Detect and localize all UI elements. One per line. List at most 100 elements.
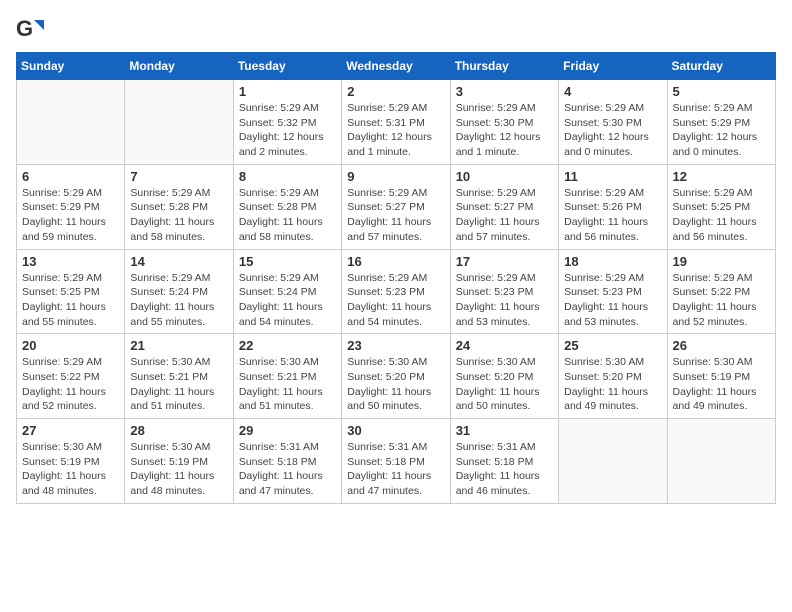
day-number: 13 <box>22 254 119 269</box>
day-number: 14 <box>130 254 227 269</box>
day-number: 29 <box>239 423 336 438</box>
day-number: 7 <box>130 169 227 184</box>
day-number: 11 <box>564 169 661 184</box>
day-info: Sunrise: 5:29 AM Sunset: 5:31 PM Dayligh… <box>347 101 444 160</box>
day-info: Sunrise: 5:31 AM Sunset: 5:18 PM Dayligh… <box>456 440 553 499</box>
day-number: 18 <box>564 254 661 269</box>
day-number: 1 <box>239 84 336 99</box>
calendar-cell: 5 Sunrise: 5:29 AM Sunset: 5:29 PM Daylig… <box>667 80 775 165</box>
day-number: 5 <box>673 84 770 99</box>
calendar-cell: 27 Sunrise: 5:30 AM Sunset: 5:19 PM Dayli… <box>17 419 125 504</box>
day-number: 21 <box>130 338 227 353</box>
header-sunday: Sunday <box>17 53 125 80</box>
week-row-5: 27 Sunrise: 5:30 AM Sunset: 5:19 PM Dayli… <box>17 419 776 504</box>
day-info: Sunrise: 5:29 AM Sunset: 5:23 PM Dayligh… <box>347 271 444 330</box>
week-row-1: 1Sunrise: 5:29 AM Sunset: 5:32 PM Daylig… <box>17 80 776 165</box>
logo: G <box>16 16 48 44</box>
calendar-cell: 23 Sunrise: 5:30 AM Sunset: 5:20 PM Dayli… <box>342 334 450 419</box>
day-number: 24 <box>456 338 553 353</box>
calendar-cell: 16 Sunrise: 5:29 AM Sunset: 5:23 PM Dayli… <box>342 249 450 334</box>
day-number: 28 <box>130 423 227 438</box>
day-info: Sunrise: 5:29 AM Sunset: 5:28 PM Dayligh… <box>130 186 227 245</box>
calendar-cell: 3 Sunrise: 5:29 AM Sunset: 5:30 PM Daylig… <box>450 80 558 165</box>
day-number: 31 <box>456 423 553 438</box>
week-row-4: 20 Sunrise: 5:29 AM Sunset: 5:22 PM Dayli… <box>17 334 776 419</box>
calendar-cell: 13 Sunrise: 5:29 AM Sunset: 5:25 PM Dayli… <box>17 249 125 334</box>
day-number: 19 <box>673 254 770 269</box>
calendar-cell <box>17 80 125 165</box>
day-info: Sunrise: 5:30 AM Sunset: 5:19 PM Dayligh… <box>22 440 119 499</box>
day-info: Sunrise: 5:29 AM Sunset: 5:28 PM Dayligh… <box>239 186 336 245</box>
calendar-cell: 1Sunrise: 5:29 AM Sunset: 5:32 PM Daylig… <box>233 80 341 165</box>
day-number: 9 <box>347 169 444 184</box>
calendar-cell: 20 Sunrise: 5:29 AM Sunset: 5:22 PM Dayli… <box>17 334 125 419</box>
calendar-header-row: SundayMondayTuesdayWednesdayThursdayFrid… <box>17 53 776 80</box>
day-info: Sunrise: 5:29 AM Sunset: 5:22 PM Dayligh… <box>22 355 119 414</box>
calendar-cell: 2 Sunrise: 5:29 AM Sunset: 5:31 PM Daylig… <box>342 80 450 165</box>
day-info: Sunrise: 5:30 AM Sunset: 5:21 PM Dayligh… <box>130 355 227 414</box>
week-row-3: 13 Sunrise: 5:29 AM Sunset: 5:25 PM Dayli… <box>17 249 776 334</box>
day-number: 2 <box>347 84 444 99</box>
header-saturday: Saturday <box>667 53 775 80</box>
day-number: 3 <box>456 84 553 99</box>
calendar-cell: 31 Sunrise: 5:31 AM Sunset: 5:18 PM Dayli… <box>450 419 558 504</box>
day-info: Sunrise: 5:29 AM Sunset: 5:23 PM Dayligh… <box>456 271 553 330</box>
day-info: Sunrise: 5:29 AM Sunset: 5:29 PM Dayligh… <box>22 186 119 245</box>
day-info: Sunrise: 5:30 AM Sunset: 5:19 PM Dayligh… <box>130 440 227 499</box>
calendar-cell <box>559 419 667 504</box>
calendar-cell: 17 Sunrise: 5:29 AM Sunset: 5:23 PM Dayli… <box>450 249 558 334</box>
header-monday: Monday <box>125 53 233 80</box>
day-info: Sunrise: 5:31 AM Sunset: 5:18 PM Dayligh… <box>239 440 336 499</box>
day-info: Sunrise: 5:30 AM Sunset: 5:21 PM Dayligh… <box>239 355 336 414</box>
day-info: Sunrise: 5:29 AM Sunset: 5:24 PM Dayligh… <box>239 271 336 330</box>
calendar-cell: 30 Sunrise: 5:31 AM Sunset: 5:18 PM Dayli… <box>342 419 450 504</box>
day-info: Sunrise: 5:30 AM Sunset: 5:19 PM Dayligh… <box>673 355 770 414</box>
day-number: 20 <box>22 338 119 353</box>
calendar-cell <box>125 80 233 165</box>
header-wednesday: Wednesday <box>342 53 450 80</box>
day-number: 17 <box>456 254 553 269</box>
calendar-cell: 6 Sunrise: 5:29 AM Sunset: 5:29 PM Daylig… <box>17 164 125 249</box>
calendar-cell: 14 Sunrise: 5:29 AM Sunset: 5:24 PM Dayli… <box>125 249 233 334</box>
day-info: Sunrise: 5:31 AM Sunset: 5:18 PM Dayligh… <box>347 440 444 499</box>
calendar-cell: 26 Sunrise: 5:30 AM Sunset: 5:19 PM Dayli… <box>667 334 775 419</box>
calendar-cell: 24 Sunrise: 5:30 AM Sunset: 5:20 PM Dayli… <box>450 334 558 419</box>
page-header: G <box>16 16 776 44</box>
day-info: Sunrise: 5:29 AM Sunset: 5:25 PM Dayligh… <box>22 271 119 330</box>
calendar-cell: 22Sunrise: 5:30 AM Sunset: 5:21 PM Dayli… <box>233 334 341 419</box>
day-info: Sunrise: 5:30 AM Sunset: 5:20 PM Dayligh… <box>564 355 661 414</box>
day-number: 30 <box>347 423 444 438</box>
day-number: 8 <box>239 169 336 184</box>
day-number: 23 <box>347 338 444 353</box>
day-info: Sunrise: 5:29 AM Sunset: 5:30 PM Dayligh… <box>456 101 553 160</box>
day-number: 12 <box>673 169 770 184</box>
day-number: 16 <box>347 254 444 269</box>
calendar-cell: 10Sunrise: 5:29 AM Sunset: 5:27 PM Dayli… <box>450 164 558 249</box>
day-number: 27 <box>22 423 119 438</box>
day-info: Sunrise: 5:29 AM Sunset: 5:23 PM Dayligh… <box>564 271 661 330</box>
day-info: Sunrise: 5:29 AM Sunset: 5:29 PM Dayligh… <box>673 101 770 160</box>
day-info: Sunrise: 5:29 AM Sunset: 5:22 PM Dayligh… <box>673 271 770 330</box>
calendar-cell: 9 Sunrise: 5:29 AM Sunset: 5:27 PM Daylig… <box>342 164 450 249</box>
day-info: Sunrise: 5:29 AM Sunset: 5:25 PM Dayligh… <box>673 186 770 245</box>
day-number: 26 <box>673 338 770 353</box>
calendar-cell: 7 Sunrise: 5:29 AM Sunset: 5:28 PM Daylig… <box>125 164 233 249</box>
day-number: 15 <box>239 254 336 269</box>
day-number: 6 <box>22 169 119 184</box>
calendar-cell: 8 Sunrise: 5:29 AM Sunset: 5:28 PM Daylig… <box>233 164 341 249</box>
header-tuesday: Tuesday <box>233 53 341 80</box>
calendar-table: SundayMondayTuesdayWednesdayThursdayFrid… <box>16 52 776 504</box>
day-number: 10 <box>456 169 553 184</box>
header-friday: Friday <box>559 53 667 80</box>
calendar-cell: 4Sunrise: 5:29 AM Sunset: 5:30 PM Daylig… <box>559 80 667 165</box>
calendar-cell: 19 Sunrise: 5:29 AM Sunset: 5:22 PM Dayli… <box>667 249 775 334</box>
day-info: Sunrise: 5:29 AM Sunset: 5:27 PM Dayligh… <box>347 186 444 245</box>
day-info: Sunrise: 5:30 AM Sunset: 5:20 PM Dayligh… <box>347 355 444 414</box>
day-info: Sunrise: 5:29 AM Sunset: 5:26 PM Dayligh… <box>564 186 661 245</box>
calendar-cell: 21 Sunrise: 5:30 AM Sunset: 5:21 PM Dayli… <box>125 334 233 419</box>
calendar-cell: 29 Sunrise: 5:31 AM Sunset: 5:18 PM Dayli… <box>233 419 341 504</box>
day-info: Sunrise: 5:30 AM Sunset: 5:20 PM Dayligh… <box>456 355 553 414</box>
day-info: Sunrise: 5:29 AM Sunset: 5:24 PM Dayligh… <box>130 271 227 330</box>
logo-icon: G <box>16 16 44 44</box>
calendar-cell <box>667 419 775 504</box>
